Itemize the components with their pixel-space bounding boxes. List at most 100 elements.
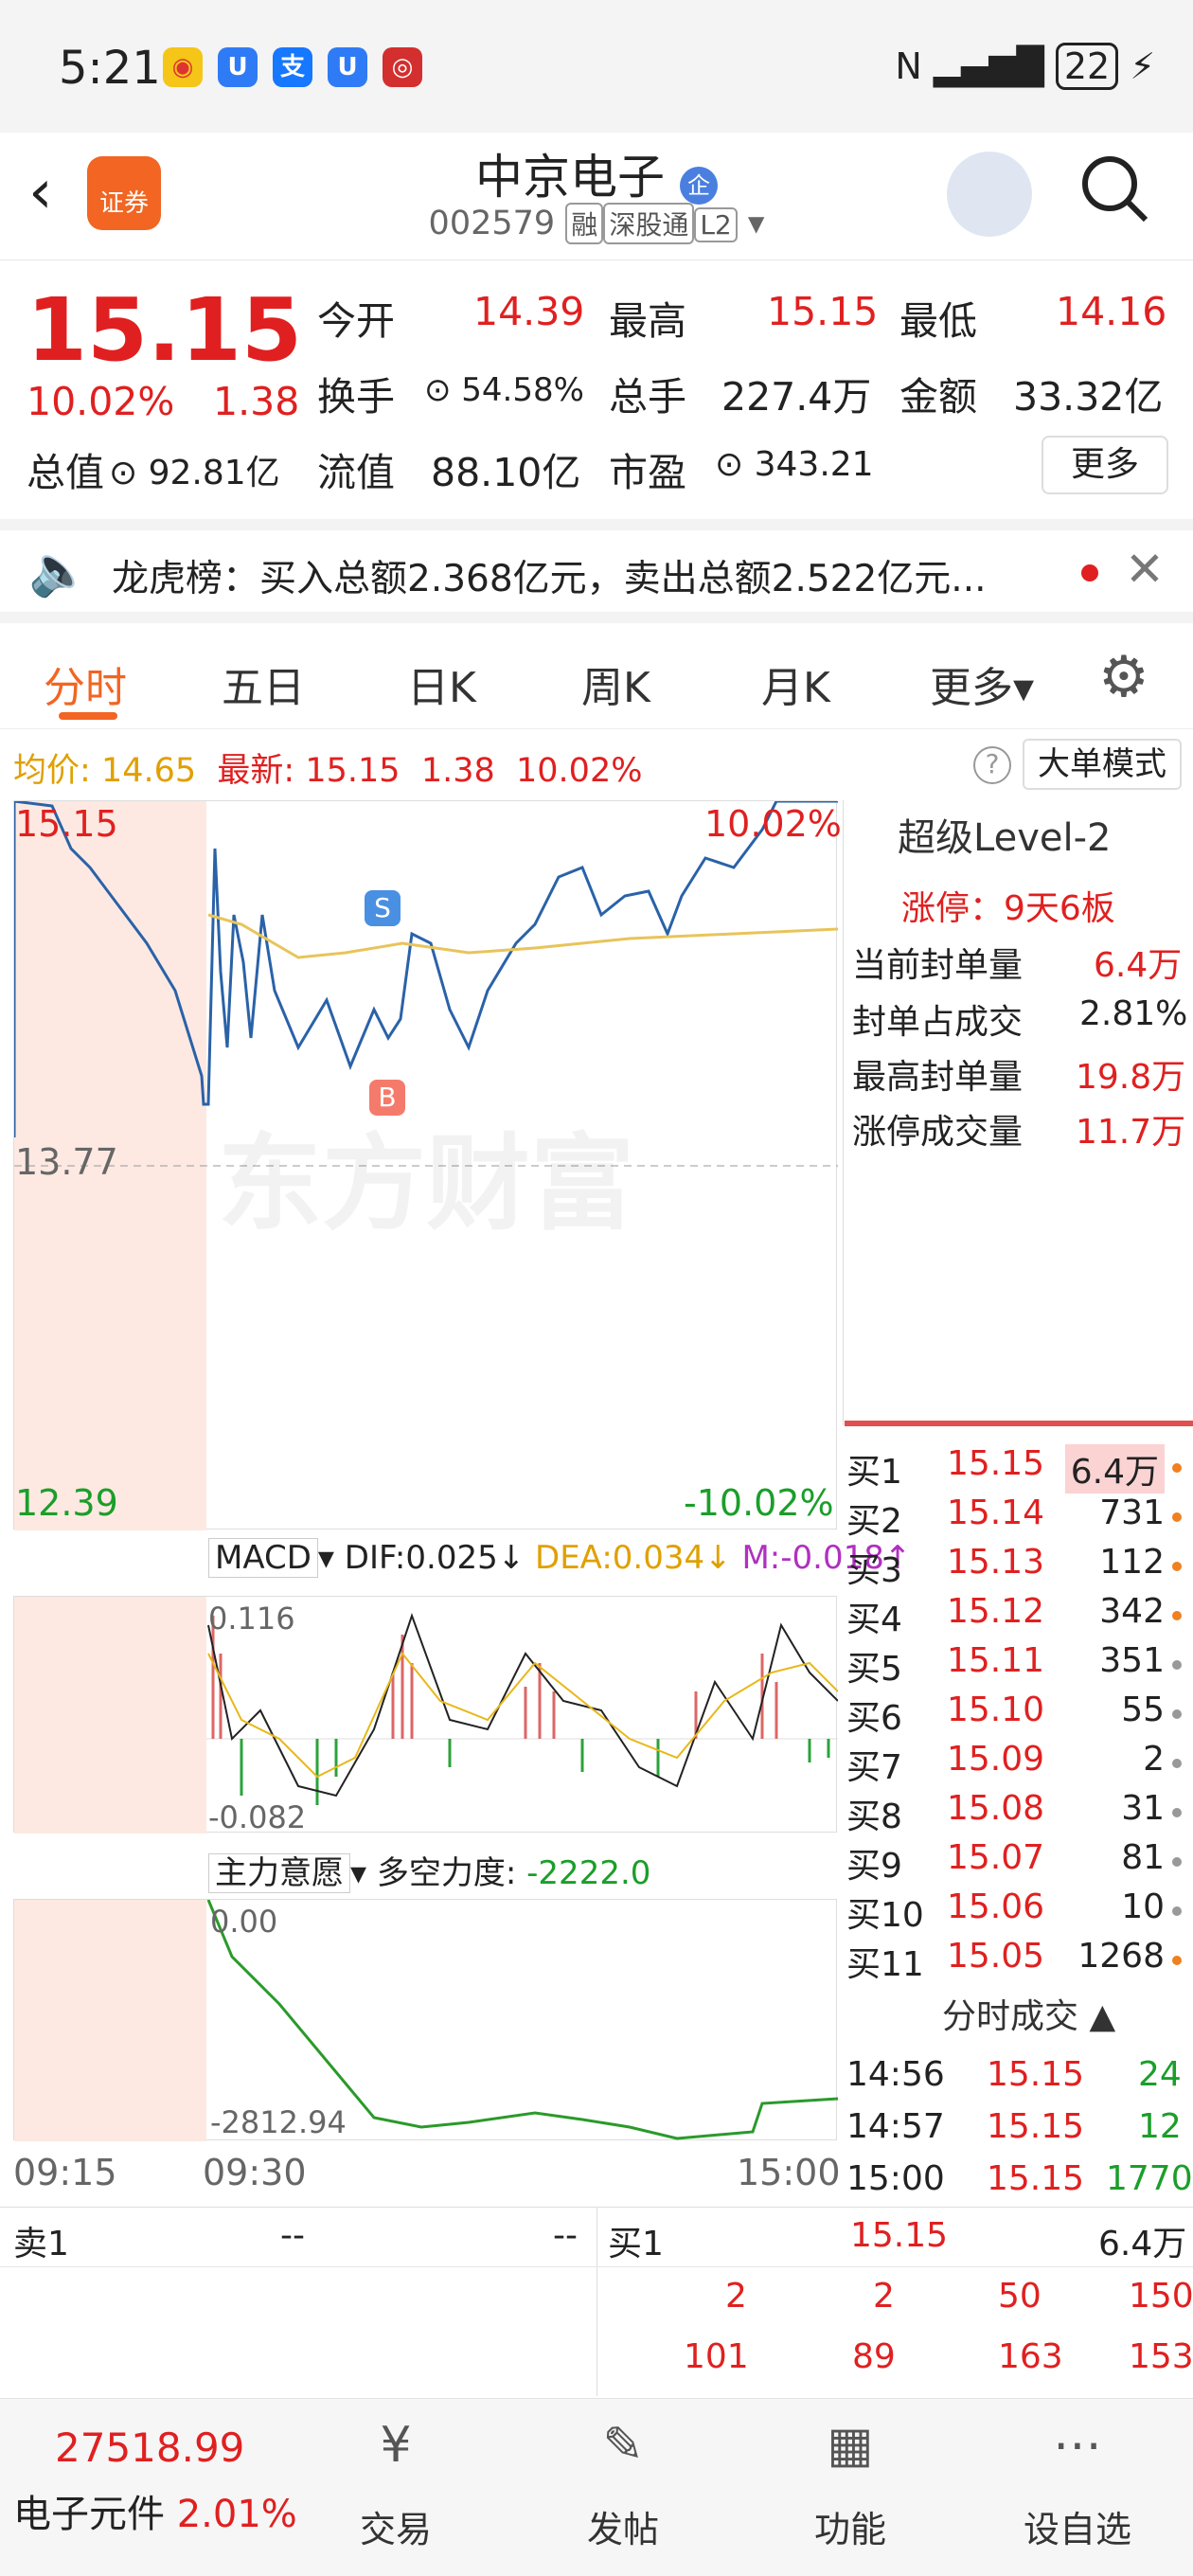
- macd-chart[interactable]: [13, 1596, 839, 1834]
- queue-buy-volume: 6.4万: [1098, 2225, 1187, 2263]
- orderbook-price: 15.11: [947, 1641, 1045, 1680]
- orderbook-price: 15.07: [947, 1838, 1045, 1877]
- orderbook-dot: [1172, 1808, 1182, 1817]
- function-icon[interactable]: ▦: [812, 2417, 888, 2483]
- l2-row-value: 11.7万: [1076, 1113, 1186, 1152]
- time-axis-close: 15:00: [737, 2152, 841, 2193]
- mcap-label: 总值: [27, 450, 104, 495]
- change-pct: 10.02%: [27, 379, 175, 424]
- help-icon[interactable]: ?: [973, 746, 1011, 784]
- l2-row-label: 封单占成交: [852, 1003, 1024, 1042]
- sell-marker-icon[interactable]: S: [365, 890, 401, 926]
- l2-row-label: 涨停成交量: [852, 1113, 1024, 1152]
- notice-text: 龙虎榜：买入总额2.368亿元，卖出总额2.522亿元...: [112, 558, 987, 600]
- l2-row-label: 最高封单量: [852, 1058, 1024, 1097]
- nav-watchlist[interactable]: 设自选: [1011, 2500, 1144, 2552]
- chart-bottom-pct: -10.02%: [684, 1482, 834, 1524]
- orderbook-row: 买2 15.14 731: [845, 1494, 1185, 1543]
- queue-hline: [0, 2266, 1193, 2267]
- queue-divider: [596, 2207, 597, 2396]
- orderbook-label: 买10: [846, 1896, 924, 1935]
- orderbook-price: 15.10: [947, 1690, 1045, 1729]
- macd-legend[interactable]: MACD ▾ DIF:0.025↓ DEA:0.034↓ M:-0.018↑: [208, 1538, 911, 1578]
- orderbook-volume: 351: [1099, 1641, 1165, 1680]
- orderbook-dot: [1172, 1857, 1182, 1867]
- trade-icon[interactable]: ¥: [358, 2417, 434, 2483]
- search-icon[interactable]: [1079, 153, 1151, 225]
- zlyy-top: 0.00: [210, 1904, 278, 1940]
- orderbook-row: 买3 15.13 112: [845, 1543, 1185, 1592]
- tab-5day[interactable]: 五日: [222, 653, 305, 714]
- tab-daily[interactable]: 日K: [407, 653, 476, 714]
- orderbook-label: 买8: [846, 1798, 902, 1836]
- alipay-icon: 支: [273, 47, 312, 87]
- close-icon[interactable]: ✕: [1125, 542, 1165, 597]
- l2-row-value: 2.81%: [1079, 994, 1188, 1033]
- bank-icon: ◎: [383, 47, 422, 87]
- orderbook-row: 买4 15.12 342: [845, 1592, 1185, 1641]
- orderbook-row: 买9 15.07 81: [845, 1838, 1185, 1887]
- orderbook-dot: [1172, 1956, 1182, 1965]
- high-value: 15.15: [767, 289, 879, 334]
- tab-more[interactable]: 更多▾: [930, 653, 1034, 714]
- orderbook-label: 买11: [846, 1945, 924, 1984]
- speaker-icon: 🔈: [28, 543, 90, 599]
- orderbook-price: 15.09: [947, 1740, 1045, 1779]
- l2-row-value: 6.4万: [1094, 946, 1183, 985]
- change-value: 1.38: [213, 379, 300, 424]
- tab-underline: [59, 712, 117, 720]
- queue-cell: 89: [852, 2337, 896, 2376]
- orderbook-label: 买5: [846, 1650, 902, 1689]
- robot-avatar[interactable]: [947, 152, 1032, 237]
- queue-sell-label: 卖1: [13, 2225, 69, 2263]
- level2-title[interactable]: 超级Level-2: [898, 807, 1111, 862]
- tab-weekly[interactable]: 周K: [581, 653, 650, 714]
- signal-battery: N ▂▄▆█ 22 ⚡: [895, 43, 1155, 90]
- post-icon[interactable]: ✎: [585, 2417, 661, 2483]
- zlyy-legend[interactable]: 主力意愿 ▾ 多空力度: -2222.0: [208, 1847, 650, 1893]
- app-icon: U: [328, 47, 367, 87]
- settings-icon[interactable]: ⚙: [1098, 644, 1149, 710]
- nav-post[interactable]: 发帖: [557, 2500, 689, 2552]
- orderbook-dot: [1172, 1660, 1182, 1670]
- ticks-header[interactable]: 分时成交 ▲: [942, 1989, 1115, 2038]
- sector-info[interactable]: 电子元件 2.01%: [13, 2483, 297, 2538]
- l2-row-value: 19.8万: [1076, 1058, 1186, 1097]
- chart-top-pct: 10.02%: [704, 803, 842, 845]
- orderbook-volume: 10: [1121, 1887, 1165, 1926]
- orderbook-dot: [1172, 1463, 1182, 1473]
- nav-trade[interactable]: 交易: [329, 2500, 462, 2552]
- orderbook-dot: [1172, 1562, 1182, 1571]
- queue-cell: 2: [873, 2277, 895, 2316]
- buy-marker-icon[interactable]: B: [369, 1080, 405, 1116]
- queue-buy-price: 15.15: [850, 2216, 949, 2255]
- tick-time: 14:56: [846, 2055, 945, 2094]
- high-label: 最高: [609, 298, 686, 344]
- low-value: 14.16: [1056, 289, 1167, 334]
- float-label: 流值: [317, 450, 395, 495]
- orderbook-price: 15.14: [947, 1494, 1045, 1532]
- queue-cell: 153: [1129, 2337, 1193, 2376]
- clock: 5:21: [59, 42, 161, 95]
- orderbook-volume: 55: [1121, 1690, 1165, 1729]
- big-order-mode-button[interactable]: 大单模式: [1023, 739, 1182, 790]
- nav-function[interactable]: 功能: [784, 2500, 917, 2552]
- more-button[interactable]: 更多: [1042, 436, 1168, 494]
- tab-monthly[interactable]: 月K: [761, 653, 830, 714]
- zlyy-chart[interactable]: [13, 1899, 839, 2141]
- index-value[interactable]: 27518.99: [55, 2424, 244, 2471]
- tick-time: 14:57: [846, 2107, 945, 2146]
- tab-intraday[interactable]: 分时: [44, 653, 127, 714]
- tick-volume: 1770: [1106, 2159, 1193, 2198]
- orderbook-row: 买5 15.11 351: [845, 1641, 1185, 1690]
- turnover-label: 换手: [317, 374, 395, 420]
- queue-buy-label: 买1: [608, 2225, 664, 2263]
- more-dots-icon[interactable]: ⋯: [1040, 2417, 1115, 2483]
- tick-volume: 24: [1138, 2055, 1182, 2094]
- orderbook-label: 买6: [846, 1699, 902, 1738]
- orderbook-price: 15.06: [947, 1887, 1045, 1926]
- queue-cell: 101: [684, 2337, 749, 2376]
- weibo-icon: ◉: [163, 47, 203, 87]
- orderbook-dot: [1172, 1512, 1182, 1522]
- orderbook-dot: [1172, 1906, 1182, 1916]
